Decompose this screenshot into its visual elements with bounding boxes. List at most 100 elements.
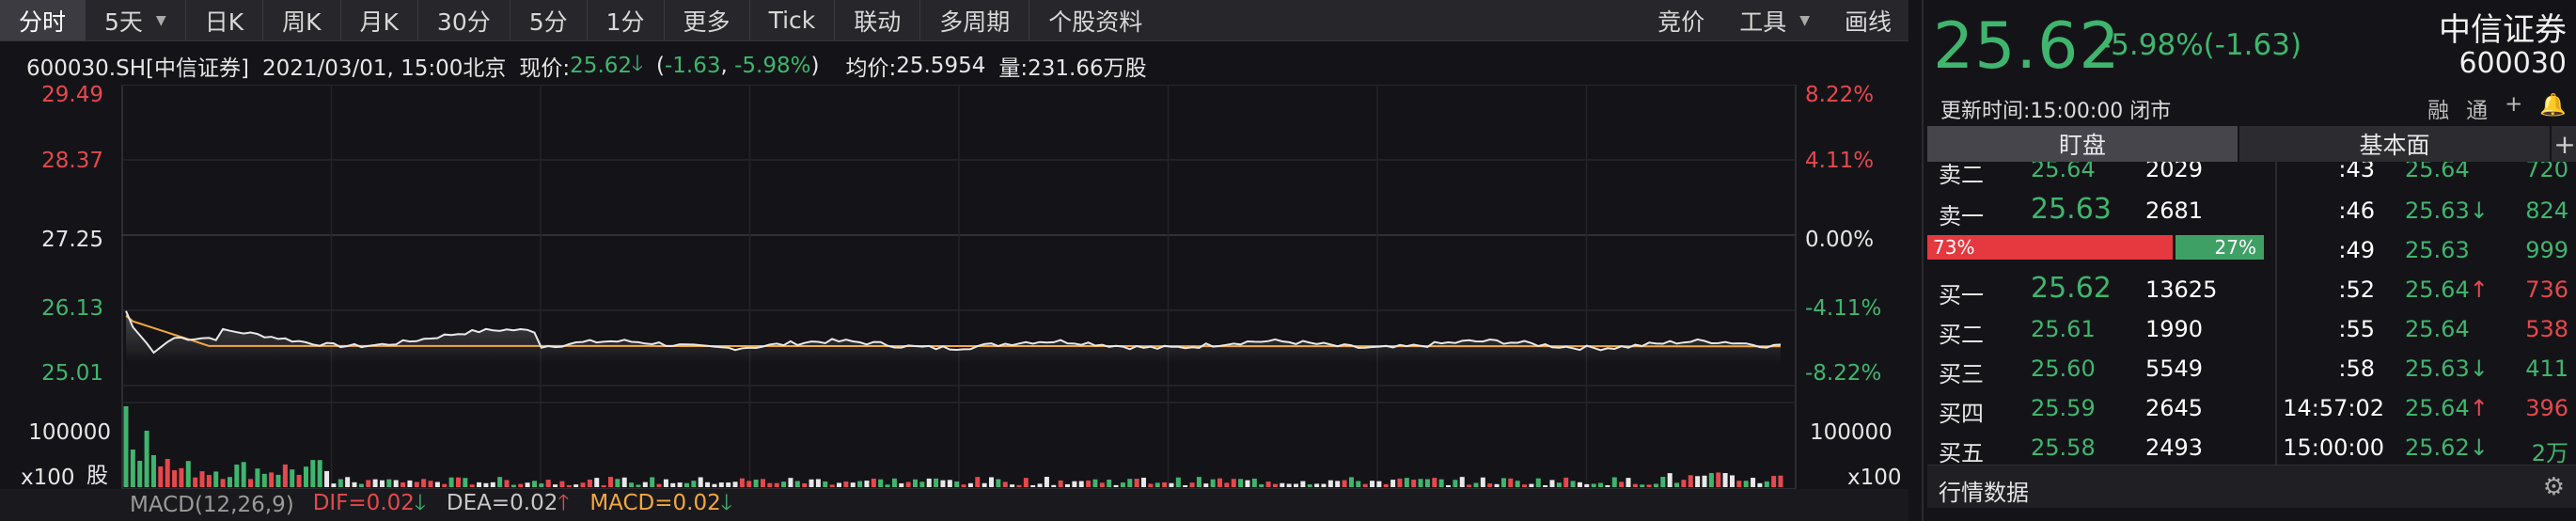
volume-bar bbox=[961, 484, 966, 487]
volume-bar bbox=[1224, 482, 1230, 487]
volume-bar bbox=[857, 481, 863, 487]
volume-bar bbox=[1370, 481, 1375, 487]
tick-price: 25.63↓ bbox=[2405, 355, 2489, 382]
auction-button[interactable]: 竞价 bbox=[1640, 0, 1721, 40]
volume-bar bbox=[1577, 482, 1582, 487]
volume-bar bbox=[282, 464, 288, 487]
volume-bar bbox=[1376, 481, 1382, 487]
volume-bar bbox=[455, 477, 461, 487]
order-row-bid4[interactable]: 买四 25.59 2645 bbox=[1927, 387, 2277, 427]
tab-watch[interactable]: 盯盘 bbox=[1927, 126, 2238, 162]
volume-bar bbox=[130, 450, 135, 487]
volume-bar bbox=[954, 481, 960, 487]
volume-bar bbox=[497, 477, 503, 487]
order-row-ask1[interactable]: 卖一 25.63 2681 bbox=[1927, 190, 2277, 229]
volume-bar bbox=[1722, 472, 1728, 487]
intraday-chart[interactable]: 29.49 28.37 27.25 26.13 25.01 8.22% 4.11… bbox=[0, 85, 1908, 489]
volume-bar bbox=[428, 481, 433, 487]
tick-row[interactable]: :49 25.63 999 bbox=[2281, 229, 2576, 269]
tick-volume: 396 bbox=[2525, 395, 2568, 421]
tick-volume: 538 bbox=[2525, 316, 2568, 342]
volume-bar bbox=[1078, 481, 1084, 487]
tab-5day[interactable]: 5天 ▼ bbox=[86, 0, 186, 40]
tick-row[interactable]: :55 25.64 538 bbox=[2281, 308, 2576, 348]
avg-label: 均价: bbox=[845, 56, 897, 81]
price-tick: 29.49 bbox=[41, 85, 103, 107]
volume-bar bbox=[905, 482, 911, 487]
bell-icon[interactable]: 🔔 bbox=[2539, 92, 2567, 124]
order-row-bid5[interactable]: 买五 25.58 2493 bbox=[1927, 427, 2277, 465]
volume-bar bbox=[1300, 481, 1306, 487]
macd-title: MACD(12,26,9) bbox=[130, 493, 294, 517]
tab-weekly-k[interactable]: 周K bbox=[263, 0, 341, 40]
add-icon[interactable]: + bbox=[2505, 92, 2522, 124]
tab-stock-profile[interactable]: 个股资料 bbox=[1029, 0, 1161, 40]
volume-bar bbox=[1348, 477, 1354, 487]
volume-bar bbox=[1702, 475, 1707, 487]
tab-1min[interactable]: 1分 bbox=[588, 0, 665, 40]
pct-tick: -4.11% bbox=[1805, 296, 1881, 321]
arrow-up-icon: 🡑 bbox=[558, 490, 570, 515]
volume-bar bbox=[1508, 478, 1514, 487]
tab-fundamentals[interactable]: 基本面 bbox=[2239, 126, 2550, 162]
draw-line-button[interactable]: 画线 bbox=[1827, 0, 1908, 40]
volume-unit-left: x100 bbox=[21, 466, 75, 489]
volume-bar bbox=[255, 468, 260, 487]
margin-icon[interactable]: 融 bbox=[2427, 92, 2449, 124]
tick-row[interactable]: :46 25.63↓ 824 bbox=[2281, 190, 2576, 229]
tab-intraday[interactable]: 分时 bbox=[0, 0, 86, 40]
order-row-ask2[interactable]: 卖二 25.64 2029 bbox=[1927, 162, 2277, 188]
volume-bar bbox=[234, 464, 240, 487]
volume-bar bbox=[1092, 479, 1098, 487]
volume-bar bbox=[1148, 483, 1154, 487]
volume-bar bbox=[1640, 484, 1645, 487]
tick-row[interactable]: :52 25.64↑ 736 bbox=[2281, 269, 2576, 308]
volume-bar bbox=[794, 481, 800, 487]
tab-30min[interactable]: 30分 bbox=[418, 0, 510, 40]
add-tab-button[interactable]: + bbox=[2552, 126, 2576, 162]
tab-multi-period[interactable]: 多周期 bbox=[920, 0, 1030, 40]
tick-row[interactable]: 14:57:02 25.64↑ 396 bbox=[2281, 387, 2576, 427]
tick-volume: 824 bbox=[2525, 197, 2568, 224]
tab-5min[interactable]: 5分 bbox=[510, 0, 588, 40]
arrow-down-icon: ↓ bbox=[2469, 197, 2489, 224]
volume-bar bbox=[303, 466, 308, 487]
change-open-paren: ( bbox=[656, 54, 665, 78]
order-row-bid2[interactable]: 买二 25.61 1990 bbox=[1927, 308, 2277, 348]
volume-bar bbox=[788, 478, 793, 487]
tab-daily-k[interactable]: 日K bbox=[186, 0, 264, 40]
volume-bar bbox=[1127, 479, 1133, 487]
order-row-bid1[interactable]: 买一 25.62 13625 bbox=[1927, 269, 2277, 308]
tick-price: 25.64↑ bbox=[2405, 395, 2489, 421]
tab-tick[interactable]: Tick bbox=[750, 0, 836, 40]
tick-row[interactable]: :58 25.63↓ 411 bbox=[2281, 348, 2576, 387]
tab-linked[interactable]: 联动 bbox=[835, 0, 921, 40]
chart-panel: 分时 5天 ▼ 日K 周K 月K 30分 5分 1分 更多 Tick 联动 多周期… bbox=[0, 0, 1908, 521]
volume-bar bbox=[573, 484, 579, 487]
volume-bars bbox=[123, 406, 1783, 487]
volume-bar bbox=[1010, 484, 1015, 487]
connect-icon[interactable]: 通 bbox=[2466, 92, 2488, 124]
tick-time: 15:00:00 bbox=[2283, 434, 2384, 461]
volume-bar bbox=[144, 431, 149, 487]
volume-bar bbox=[1196, 477, 1202, 487]
tick-row[interactable]: 15:00:00 25.62↓ 2万 bbox=[2281, 427, 2576, 465]
volume-bar bbox=[310, 460, 316, 487]
stock-code: 600030.SH[中信证券] bbox=[26, 56, 249, 81]
volume-tick-left: 100000 bbox=[28, 420, 111, 445]
price-tick: 27.25 bbox=[41, 228, 103, 252]
chevron-down-icon: ▼ bbox=[1799, 12, 1810, 28]
tab-more[interactable]: 更多 bbox=[665, 0, 750, 40]
tools-button[interactable]: 工具 ▼ bbox=[1721, 0, 1827, 40]
volume-bar bbox=[1598, 482, 1604, 487]
tick-price: 25.62↓ bbox=[2405, 434, 2489, 461]
volume-bar bbox=[269, 472, 275, 487]
tab-monthly-k[interactable]: 月K bbox=[341, 0, 418, 40]
gear-icon[interactable]: ⚙ bbox=[2543, 473, 2565, 501]
tick-price: 25.64 bbox=[2405, 162, 2470, 182]
market-data-title: 行情数据 bbox=[1939, 480, 2029, 506]
volume-bar bbox=[248, 479, 254, 487]
volume-bar bbox=[324, 470, 330, 487]
order-row-bid3[interactable]: 买三 25.60 5549 bbox=[1927, 348, 2277, 387]
tick-row[interactable]: :43 25.64 720 bbox=[2281, 162, 2576, 188]
